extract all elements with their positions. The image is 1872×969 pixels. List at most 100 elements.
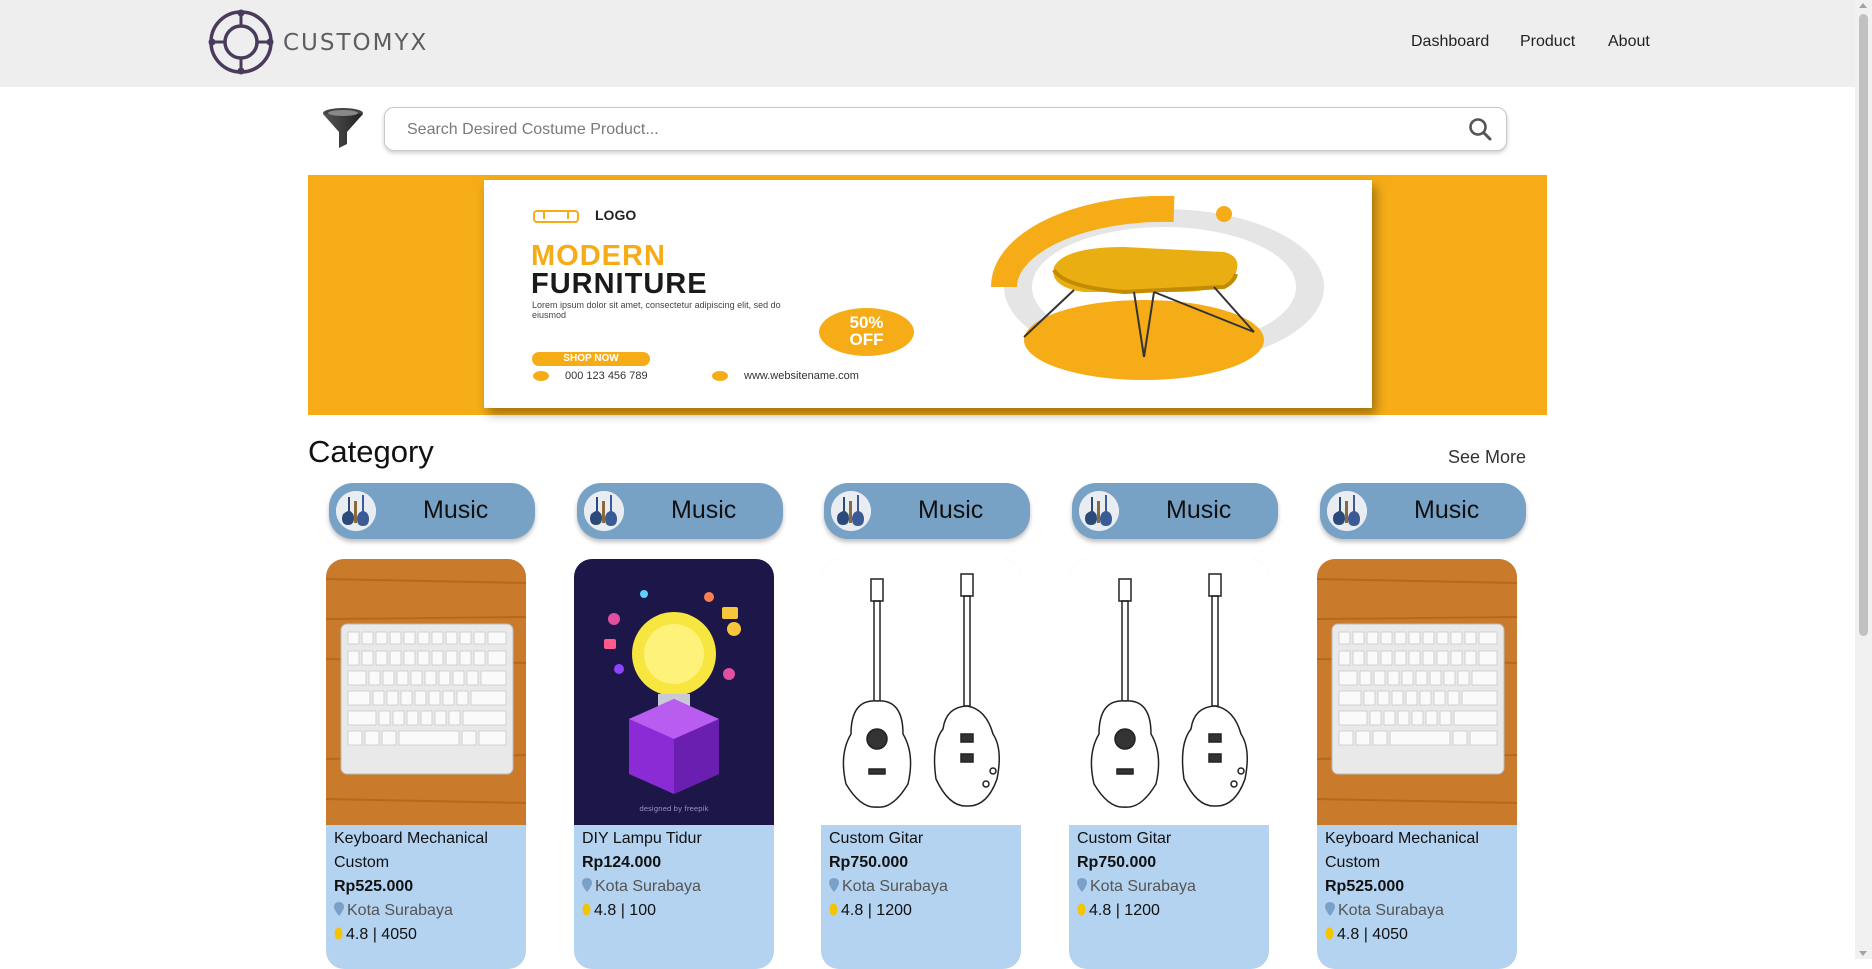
product-image-guitars (1069, 559, 1269, 825)
product-name: Keyboard Mechanical Custom (334, 830, 488, 871)
product-price: Rp124.000 (582, 854, 662, 871)
category-avatar (336, 491, 376, 531)
promo-banner[interactable]: LOGO MODERN FURNITURE Lorem ipsum dolor … (308, 175, 1547, 415)
category-label: Music (671, 496, 737, 524)
search-icon[interactable] (1468, 117, 1492, 141)
banner-card: LOGO MODERN FURNITURE Lorem ipsum dolor … (484, 180, 1372, 408)
product-location: Kota Surabaya (1077, 875, 1265, 899)
category-label: Music (1166, 496, 1232, 524)
category-avatar (1327, 491, 1367, 531)
category-label: Music (423, 496, 489, 524)
category-label: Music (1414, 496, 1480, 524)
filter-icon[interactable] (320, 106, 366, 152)
product-info: Keyboard Mechanical Custom Rp525.000 Kot… (334, 827, 522, 947)
product-image-guitars (821, 559, 1021, 825)
banner-logo-text: LOGO (595, 207, 637, 223)
search-bar (384, 107, 1507, 151)
product-location-text: Kota Surabaya (1090, 878, 1196, 895)
scroll-down-arrow-icon[interactable] (1859, 951, 1867, 956)
category-label: Music (918, 496, 984, 524)
product-price: Rp525.000 (334, 878, 414, 895)
shop-now-button[interactable]: SHOP NOW (532, 352, 650, 366)
product-location-text: Kota Surabaya (347, 902, 453, 919)
product-card[interactable]: Custom Gitar Rp750.000 Kota Surabaya 4.8… (821, 559, 1021, 969)
product-rating: 4.8 | 1200 (1077, 899, 1265, 923)
product-image-keyboard (326, 559, 526, 825)
category-avatar (831, 491, 871, 531)
nav-product[interactable]: Product (1520, 33, 1575, 51)
guitar-icon (584, 491, 624, 531)
product-rating: 4.8 | 4050 (1325, 923, 1513, 947)
location-pin-icon (1077, 878, 1087, 892)
product-location: Kota Surabaya (1325, 899, 1513, 923)
customyx-logo-icon[interactable] (208, 9, 274, 75)
product-location: Kota Surabaya (582, 875, 770, 899)
product-rating: 4.8 | 100 (582, 899, 770, 923)
category-pill-music[interactable]: Music (329, 483, 535, 539)
product-location: Kota Surabaya (829, 875, 1017, 899)
discount-percent: 50% (849, 313, 884, 332)
brand-name[interactable]: CUSTOMYX (283, 30, 428, 56)
category-pill-music[interactable]: Music (1320, 483, 1526, 539)
category-pill-music[interactable]: Music (1072, 483, 1278, 539)
location-pin-icon (334, 902, 344, 916)
rating-icon (582, 903, 591, 916)
svg-text:designed by freepik: designed by freepik (639, 805, 709, 813)
guitar-icon (1079, 491, 1119, 531)
product-info: Custom Gitar Rp750.000 Kota Surabaya 4.8… (1077, 827, 1265, 923)
product-info: DIY Lampu Tidur Rp124.000 Kota Surabaya … (582, 827, 770, 923)
discount-off: OFF (849, 330, 884, 349)
product-name: Keyboard Mechanical Custom (1325, 830, 1479, 871)
product-image-lightbulb: designed by freepik (574, 559, 774, 825)
product-rating: 4.8 | 4050 (334, 923, 522, 947)
nav-about[interactable]: About (1608, 33, 1650, 51)
globe-icon (712, 371, 728, 381)
product-rating-text: 4.8 | 1200 (841, 902, 912, 919)
rating-icon (1325, 927, 1334, 940)
scroll-up-arrow-icon[interactable] (1859, 3, 1867, 8)
product-name: Custom Gitar (829, 830, 924, 847)
location-pin-icon (582, 878, 592, 892)
rating-icon (829, 903, 838, 916)
product-card[interactable]: designed by freepik DIY Lampu Tidur Rp12… (574, 559, 774, 969)
nav-dashboard[interactable]: Dashboard (1411, 33, 1489, 51)
discount-badge: 50% OFF (819, 308, 914, 356)
rating-icon (334, 927, 343, 940)
see-more-link[interactable]: See More (1448, 447, 1526, 468)
chair-illustration (990, 195, 1324, 380)
phone-icon (533, 371, 549, 381)
location-pin-icon (1325, 902, 1335, 916)
product-name: DIY Lampu Tidur (582, 830, 702, 847)
category-avatar (1079, 491, 1119, 531)
product-price: Rp750.000 (1077, 854, 1157, 871)
product-name: Custom Gitar (1077, 830, 1172, 847)
product-info: Custom Gitar Rp750.000 Kota Surabaya 4.8… (829, 827, 1017, 923)
guitar-icon (1327, 491, 1367, 531)
sofa-logo-icon (533, 210, 579, 223)
product-rating-text: 4.8 | 4050 (346, 926, 417, 943)
page-scrollbar[interactable] (1855, 0, 1872, 959)
product-card[interactable]: Custom Gitar Rp750.000 Kota Surabaya 4.8… (1069, 559, 1269, 969)
product-location-text: Kota Surabaya (595, 878, 701, 895)
guitar-icon (831, 491, 871, 531)
category-avatar (584, 491, 624, 531)
product-rating-text: 4.8 | 100 (594, 902, 656, 919)
rating-icon (1077, 903, 1086, 916)
banner-title-furniture: FURNITURE (531, 268, 708, 300)
product-card[interactable]: Keyboard Mechanical Custom Rp525.000 Kot… (326, 559, 526, 969)
category-heading: Category (308, 434, 434, 469)
navbar: CUSTOMYX Dashboard Product About (0, 0, 1855, 87)
scrollbar-thumb[interactable] (1859, 14, 1868, 636)
banner-description: Lorem ipsum dolor sit amet, consectetur … (532, 300, 781, 320)
banner-phone: 000 123 456 789 (565, 370, 648, 382)
product-card[interactable]: Keyboard Mechanical Custom Rp525.000 Kot… (1317, 559, 1517, 969)
guitar-icon (336, 491, 376, 531)
product-location: Kota Surabaya (334, 899, 522, 923)
location-pin-icon (829, 878, 839, 892)
category-pill-music[interactable]: Music (577, 483, 783, 539)
product-location-text: Kota Surabaya (842, 878, 948, 895)
product-location-text: Kota Surabaya (1338, 902, 1444, 919)
category-pill-music[interactable]: Music (824, 483, 1030, 539)
product-rating-text: 4.8 | 1200 (1089, 902, 1160, 919)
search-input[interactable] (405, 118, 1449, 142)
